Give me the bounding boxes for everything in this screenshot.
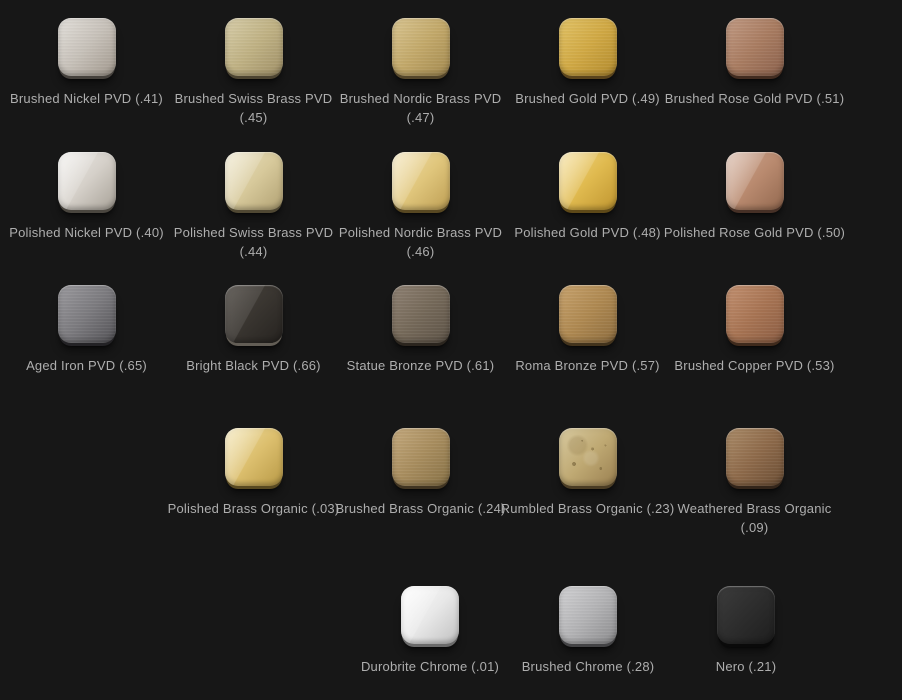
finish-option[interactable]: Roma Bronze PVD (.57) xyxy=(504,285,671,375)
finish-row: Polished Nickel PVD (.40) Polished Swiss… xyxy=(0,152,902,261)
finish-swatch xyxy=(225,18,283,76)
finish-label: Durobrite Chrome (.01) xyxy=(361,657,499,676)
finish-swatch xyxy=(58,18,116,76)
finish-label: Statue Bronze PVD (.61) xyxy=(347,356,495,375)
finish-label: Rumbled Brass Organic (.23) xyxy=(501,499,675,518)
finish-label: Brushed Nickel PVD (.41) xyxy=(10,89,163,108)
finish-swatch xyxy=(559,586,617,644)
finish-label: Brushed Chrome (.28) xyxy=(522,657,655,676)
finish-swatch xyxy=(392,285,450,343)
finish-label: Weathered Brass Organic (.09) xyxy=(678,499,832,537)
finish-swatch xyxy=(225,285,283,343)
finish-row: Brushed Nickel PVD (.41) Brushed Swiss B… xyxy=(0,18,902,127)
finish-swatch xyxy=(559,18,617,76)
finish-label: Nero (.21) xyxy=(716,657,777,676)
finish-label: Roma Bronze PVD (.57) xyxy=(515,356,659,375)
finish-label: Polished Gold PVD (.48) xyxy=(514,223,660,242)
finish-option[interactable]: Brushed Chrome (.28) xyxy=(509,586,667,676)
finish-swatch xyxy=(58,285,116,343)
finish-label: Brushed Brass Organic (.24) xyxy=(335,499,505,518)
finish-option[interactable]: Rumbled Brass Organic (.23) xyxy=(504,428,671,518)
finish-row: Polished Brass Organic (.03) Brushed Bra… xyxy=(0,428,902,537)
finish-label: Polished Rose Gold PVD (.50) xyxy=(664,223,845,242)
finish-swatch xyxy=(392,152,450,210)
finish-row: Aged Iron PVD (.65) Bright Black PVD (.6… xyxy=(0,285,902,375)
finish-swatch xyxy=(392,428,450,486)
finish-option[interactable]: Brushed Swiss Brass PVD (.45) xyxy=(170,18,337,127)
finish-option[interactable]: Brushed Nickel PVD (.41) xyxy=(3,18,170,108)
finish-option[interactable]: Durobrite Chrome (.01) xyxy=(351,586,509,676)
finish-swatch xyxy=(726,428,784,486)
finish-label: Brushed Swiss Brass PVD (.45) xyxy=(175,89,333,127)
finish-label: Bright Black PVD (.66) xyxy=(186,356,320,375)
finish-option[interactable]: Aged Iron PVD (.65) xyxy=(3,285,170,375)
finish-option[interactable]: Polished Rose Gold PVD (.50) xyxy=(671,152,838,242)
finish-label: Polished Brass Organic (.03) xyxy=(168,499,340,518)
finish-option[interactable]: Polished Nickel PVD (.40) xyxy=(3,152,170,242)
finish-swatch xyxy=(559,428,617,486)
finish-swatch xyxy=(726,285,784,343)
finish-option[interactable]: Brushed Gold PVD (.49) xyxy=(504,18,671,108)
finish-row: Durobrite Chrome (.01) Brushed Chrome (.… xyxy=(0,586,902,676)
finish-label: Brushed Nordic Brass PVD (.47) xyxy=(340,89,502,127)
finish-option[interactable]: Brushed Nordic Brass PVD (.47) xyxy=(337,18,504,127)
finish-option[interactable]: Polished Swiss Brass PVD (.44) xyxy=(170,152,337,261)
finish-label: Polished Nickel PVD (.40) xyxy=(9,223,164,242)
finish-swatch xyxy=(225,152,283,210)
finish-swatch xyxy=(717,586,775,644)
finish-label: Brushed Rose Gold PVD (.51) xyxy=(665,89,845,108)
finish-label: Polished Nordic Brass PVD (.46) xyxy=(339,223,502,261)
finish-option[interactable]: Polished Gold PVD (.48) xyxy=(504,152,671,242)
finish-swatch xyxy=(559,285,617,343)
finish-label: Aged Iron PVD (.65) xyxy=(26,356,147,375)
finish-option[interactable]: Nero (.21) xyxy=(667,586,825,676)
finish-swatch xyxy=(726,18,784,76)
finish-label: Brushed Copper PVD (.53) xyxy=(674,356,834,375)
finish-option[interactable]: Polished Brass Organic (.03) xyxy=(170,428,337,518)
finish-option[interactable]: Brushed Rose Gold PVD (.51) xyxy=(671,18,838,108)
finish-swatch xyxy=(401,586,459,644)
finish-swatch xyxy=(726,152,784,210)
finish-option[interactable]: Weathered Brass Organic (.09) xyxy=(671,428,838,537)
finish-option[interactable]: Brushed Copper PVD (.53) xyxy=(671,285,838,375)
finish-option[interactable]: Polished Nordic Brass PVD (.46) xyxy=(337,152,504,261)
finish-swatch xyxy=(225,428,283,486)
finish-grid: Brushed Nickel PVD (.41) Brushed Swiss B… xyxy=(0,0,902,700)
finish-label: Polished Swiss Brass PVD (.44) xyxy=(174,223,333,261)
finish-swatch xyxy=(559,152,617,210)
finish-swatch xyxy=(58,152,116,210)
finish-option[interactable]: Statue Bronze PVD (.61) xyxy=(337,285,504,375)
finish-label: Brushed Gold PVD (.49) xyxy=(515,89,660,108)
finish-option[interactable]: Bright Black PVD (.66) xyxy=(170,285,337,375)
finish-option[interactable]: Brushed Brass Organic (.24) xyxy=(337,428,504,518)
finish-swatch xyxy=(392,18,450,76)
